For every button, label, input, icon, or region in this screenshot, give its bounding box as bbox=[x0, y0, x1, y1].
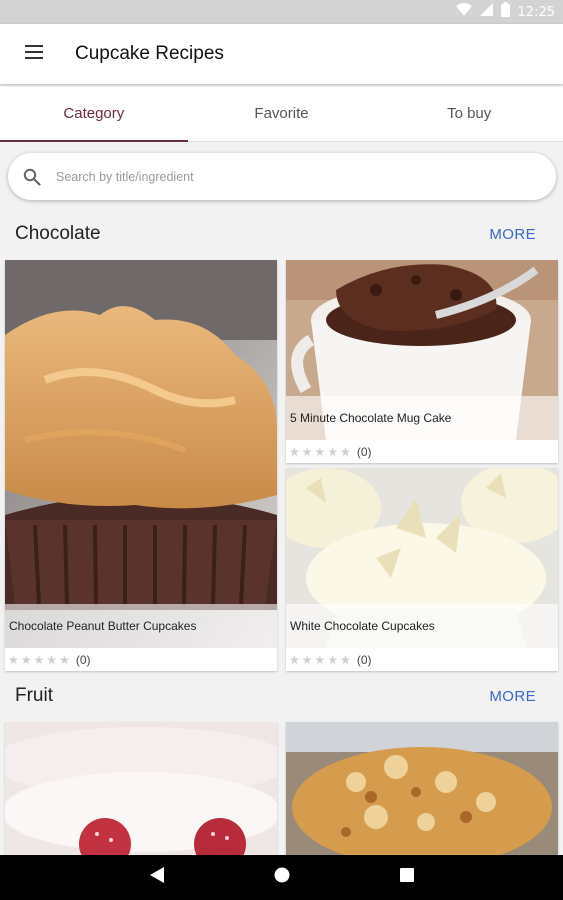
wifi-icon bbox=[455, 3, 472, 21]
status-icons: 12:25 bbox=[455, 2, 555, 22]
rating: ★ ★ ★ ★ ★ (0) bbox=[8, 653, 91, 667]
search-icon[interactable] bbox=[22, 167, 42, 187]
recipe-image bbox=[286, 722, 558, 862]
recipe-card[interactable]: Chocolate Peanut Butter Cupcakes ★ ★ ★ ★… bbox=[5, 260, 277, 671]
star-icon[interactable]: ★ bbox=[302, 446, 313, 458]
star-icon[interactable]: ★ bbox=[34, 654, 45, 666]
search-bar[interactable] bbox=[8, 153, 556, 200]
status-bar: 12:25 bbox=[0, 0, 563, 24]
star-icon[interactable]: ★ bbox=[59, 654, 70, 666]
recipe-card[interactable]: 5 Minute Chocolate Mug Cake ★ ★ ★ ★ ★ (0… bbox=[286, 260, 558, 463]
recipe-card[interactable]: White Chocolate Cupcakes ★ ★ ★ ★ ★ (0) bbox=[286, 468, 558, 671]
section-title: Chocolate bbox=[15, 223, 101, 244]
star-icon[interactable]: ★ bbox=[8, 654, 19, 666]
star-icon[interactable]: ★ bbox=[289, 446, 300, 458]
section-header-fruit: Fruit MORE bbox=[0, 675, 563, 715]
recipe-image bbox=[5, 722, 277, 862]
recipe-card[interactable] bbox=[286, 722, 558, 862]
app-bar: Cupcake Recipes bbox=[0, 24, 563, 84]
recents-square-icon bbox=[399, 868, 414, 887]
star-icon[interactable]: ★ bbox=[340, 654, 351, 666]
app-title: Cupcake Recipes bbox=[75, 43, 224, 64]
tab-to-buy[interactable]: To buy bbox=[375, 86, 563, 141]
rating: ★ ★ ★ ★ ★ (0) bbox=[289, 653, 372, 667]
rating: ★ ★ ★ ★ ★ (0) bbox=[289, 445, 372, 459]
star-icon[interactable]: ★ bbox=[327, 654, 338, 666]
rating-count: (0) bbox=[75, 653, 91, 667]
recents-button[interactable] bbox=[392, 863, 422, 893]
star-icon[interactable]: ★ bbox=[327, 446, 338, 458]
home-circle-icon bbox=[274, 867, 290, 888]
recipe-title: 5 Minute Chocolate Mug Cake bbox=[286, 396, 558, 440]
section-title: Fruit bbox=[15, 685, 53, 706]
star-icon[interactable]: ★ bbox=[289, 654, 300, 666]
cell-signal-icon bbox=[479, 3, 493, 21]
rating-count: (0) bbox=[356, 445, 372, 459]
rating-count: (0) bbox=[356, 653, 372, 667]
system-nav-bar bbox=[0, 855, 563, 900]
star-icon[interactable]: ★ bbox=[340, 446, 351, 458]
recipe-card[interactable] bbox=[5, 722, 277, 862]
tab-category[interactable]: Category bbox=[0, 86, 188, 142]
section-header-chocolate: Chocolate MORE bbox=[0, 213, 563, 253]
star-icon[interactable]: ★ bbox=[315, 654, 326, 666]
more-button-fruit[interactable]: MORE bbox=[489, 688, 536, 705]
tab-bar: Category Favorite To buy bbox=[0, 86, 563, 142]
battery-icon bbox=[500, 2, 510, 22]
star-icon[interactable]: ★ bbox=[21, 654, 32, 666]
hamburger-icon bbox=[25, 44, 43, 64]
star-icon[interactable]: ★ bbox=[302, 654, 313, 666]
search-input[interactable] bbox=[56, 169, 516, 184]
star-icon[interactable]: ★ bbox=[315, 446, 326, 458]
home-button[interactable] bbox=[267, 863, 297, 893]
tab-favorite[interactable]: Favorite bbox=[188, 86, 376, 141]
menu-button[interactable] bbox=[14, 36, 54, 72]
status-time: 12:25 bbox=[517, 4, 555, 20]
back-button[interactable] bbox=[142, 863, 172, 893]
recipe-title: Chocolate Peanut Butter Cupcakes bbox=[5, 604, 277, 648]
recipe-image bbox=[5, 260, 277, 648]
more-button-chocolate[interactable]: MORE bbox=[489, 226, 536, 243]
star-icon[interactable]: ★ bbox=[46, 654, 57, 666]
recipe-title: White Chocolate Cupcakes bbox=[286, 604, 558, 648]
back-triangle-icon bbox=[149, 867, 164, 888]
